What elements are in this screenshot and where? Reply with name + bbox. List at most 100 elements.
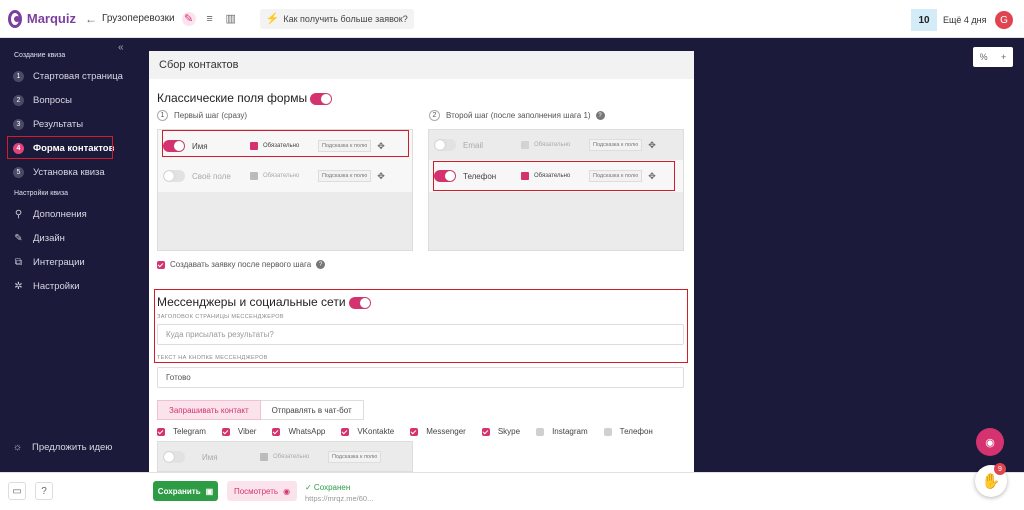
avatar[interactable]: G (995, 11, 1013, 29)
percent-icon[interactable]: % (980, 52, 988, 62)
messenger-label: Telegram (173, 427, 206, 436)
trial-indicator[interactable]: 10 Ещё 4 дня (911, 9, 987, 31)
field-name: Своё поле (192, 171, 231, 181)
pencil-icon[interactable]: ✎ (181, 11, 196, 26)
step1-label: 1 Первый шаг (сразу) (157, 110, 247, 121)
highlight-phone-field (433, 161, 675, 191)
checkbox-icon[interactable] (221, 427, 230, 436)
mode-send-chatbot[interactable]: Отправлять в чат-бот (260, 400, 364, 420)
hint-label: Как получить больше заявок? (283, 13, 408, 24)
checkbox-icon[interactable] (157, 260, 165, 269)
sidebar-item-install[interactable]: 5 Установка квиза (0, 160, 133, 184)
list-icon[interactable]: ≡ (203, 12, 217, 26)
messenger-phone[interactable]: Телефон (603, 427, 661, 436)
right-controls: % + (973, 47, 1013, 67)
lightbulb-icon: ☼ (12, 442, 23, 453)
messenger-label: Телефон (619, 427, 653, 436)
messenger-vkontakte[interactable]: VKontakte (341, 427, 402, 436)
integration-icon: ⧉ (14, 256, 23, 268)
sidebar-item-label: Результаты (33, 118, 84, 130)
quiz-url-link[interactable]: https://mrqz.me/60... (305, 494, 373, 503)
classic-fields-label: Классические поля формы (157, 91, 308, 105)
folder-icon[interactable]: ▭ (8, 482, 26, 500)
step-label-text: Второй шаг (после заполнения шага 1) (446, 111, 591, 120)
star-icon[interactable] (250, 172, 258, 180)
save-button[interactable]: Сохранить ▣ (153, 481, 218, 501)
star-icon[interactable] (260, 453, 268, 461)
help-question-icon[interactable]: ? (35, 482, 53, 500)
logo-text: Marquiz (26, 11, 76, 26)
sidebar-item-results[interactable]: 3 Результаты (0, 112, 133, 136)
trial-count: 10 (911, 9, 937, 31)
field-toggle[interactable] (163, 451, 185, 463)
sidebar-item-start-page[interactable]: 1 Стартовая страница (0, 64, 133, 88)
classic-fields-toggle[interactable] (310, 92, 333, 105)
messenger-mode-switch: Запрашивать контакт Отправлять в чат-бот (157, 400, 364, 420)
sidebar-item-label: Дизайн (33, 232, 65, 244)
sidebar-item-label: Стартовая страница (33, 70, 123, 82)
hint-field-button[interactable]: Подсказка к полю (328, 451, 382, 463)
checkbox-icon[interactable] (157, 427, 165, 436)
mode-request-contact[interactable]: Запрашивать контакт (157, 400, 261, 420)
field-toggle[interactable] (163, 170, 185, 182)
plus-icon[interactable]: + (1001, 52, 1006, 62)
logo[interactable]: Marquiz (8, 9, 76, 28)
field-row-name-2[interactable]: Имя Обязательно Подсказка к полю (163, 444, 408, 470)
field-row-email[interactable]: Email Обязательно Подсказка к полю ✥ (434, 132, 679, 158)
checkbox-icon[interactable] (341, 427, 350, 436)
suggest-idea-link[interactable]: ☼ Предложить идею (12, 442, 113, 453)
required-label: Обязательно (534, 142, 571, 148)
hint-field-button[interactable]: Подсказка к полю (589, 139, 643, 151)
sidebar-item-questions[interactable]: 2 Вопросы (0, 88, 133, 112)
floppy-icon: ▣ (205, 486, 214, 496)
hint-field-button[interactable]: Подсказка к полю (318, 170, 372, 182)
quiz-name[interactable]: Грузоперевозки (102, 13, 175, 24)
sidebar-item-integrations[interactable]: ⧉ Интеграции (0, 250, 133, 274)
checkbox-icon[interactable] (272, 427, 281, 436)
help-icon[interactable]: ? (316, 260, 326, 269)
marquiz-logo-icon (8, 9, 22, 28)
step-number: 2 (13, 94, 24, 106)
messenger-skype[interactable]: Skype (481, 427, 528, 436)
checkbox-icon[interactable] (410, 427, 419, 436)
step-label-text: Первый шаг (сразу) (174, 111, 248, 120)
section-create-quiz: Создание квиза (14, 52, 66, 59)
trial-label: Ещё 4 дня (943, 15, 987, 25)
sidebar-item-design[interactable]: ✎ Дизайн (0, 226, 133, 250)
sidebar-item-label: Установка квиза (33, 166, 105, 178)
create-order-checkbox[interactable]: Создавать заявку после первого шага ? (157, 260, 326, 269)
sidebar-item-settings[interactable]: ✲ Настройки (0, 274, 133, 298)
checkbox-icon[interactable] (603, 427, 612, 436)
messenger-messenger[interactable]: Messenger (410, 427, 474, 436)
suggest-idea-label: Предложить идею (32, 442, 113, 453)
sidebar-item-label: Настройки (33, 280, 80, 292)
required-label: Обязательно (273, 454, 310, 460)
move-icon[interactable]: ✥ (377, 171, 385, 182)
messenger-viber[interactable]: Viber (221, 427, 265, 436)
messenger-instagram[interactable]: Instagram (536, 427, 596, 436)
checkbox-icon[interactable] (536, 427, 545, 436)
star-icon[interactable] (521, 141, 529, 149)
bar-chart-icon[interactable]: ▥ (224, 12, 238, 26)
top-bar: Marquiz ← Грузоперевозки ✎ ≡ ▥ ⚡ Как пол… (0, 0, 1024, 38)
step-number: 1 (13, 70, 24, 82)
field-toggle[interactable] (434, 139, 456, 151)
field-row-custom[interactable]: Своё поле Обязательно Подсказка к полю ✥ (163, 163, 408, 189)
sidebar-item-label: Интеграции (33, 256, 85, 268)
button-text-label: Текст на кнопке мессенджеров (157, 355, 268, 361)
back-arrow-icon[interactable]: ← (84, 12, 98, 26)
checkbox-icon[interactable] (481, 427, 490, 436)
messengers-list: Telegram Viber WhatsApp VKontakte Messen… (157, 427, 669, 436)
collapse-sidebar-icon[interactable]: « (118, 42, 124, 53)
move-icon[interactable]: ✥ (648, 140, 656, 151)
contacts-card: Сбор контактов Классические поля формы 1… (149, 51, 694, 472)
help-icon[interactable]: ? (595, 111, 605, 120)
messenger-telegram[interactable]: Telegram (157, 427, 214, 436)
button-text-input[interactable]: Готово (157, 367, 684, 388)
more-leads-hint-button[interactable]: ⚡ Как получить больше заявок? (259, 8, 414, 29)
view-button[interactable]: Посмотреть ◉ (227, 481, 297, 501)
messenger-whatsapp[interactable]: WhatsApp (272, 427, 333, 436)
save-label: Сохранить (157, 486, 201, 496)
sidebar-item-addons[interactable]: ⚲ Дополнения (0, 202, 133, 226)
preview-eye-button[interactable]: ◉ (976, 428, 1004, 456)
